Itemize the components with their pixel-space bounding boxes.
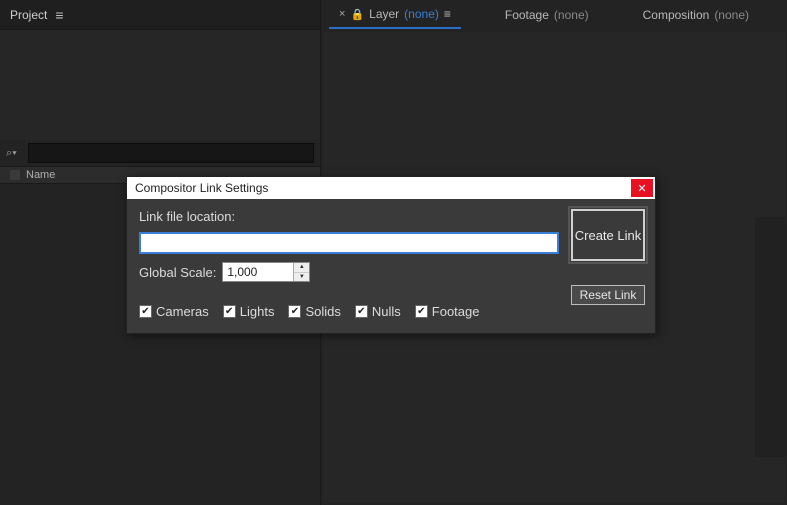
tab-composition[interactable]: Composition (none) [633, 1, 759, 29]
tab-state: (none) [404, 7, 439, 21]
project-title: Project [10, 8, 47, 22]
button-label: Create Link [575, 228, 641, 243]
right-gutter [755, 217, 785, 457]
tab-label: Layer [369, 7, 399, 21]
close-button[interactable]: ✕ [631, 179, 653, 197]
hamburger-icon[interactable]: ≡ [444, 7, 451, 21]
dialog-title: Compositor Link Settings [135, 181, 268, 195]
link-location-label: Link file location: [139, 209, 559, 224]
search-icon: ⌕▾ [6, 147, 24, 160]
label-column-icon [10, 170, 20, 180]
checkbox-label: Lights [240, 304, 275, 319]
link-location-input[interactable] [139, 232, 559, 254]
search-input[interactable] [28, 143, 314, 163]
close-icon[interactable]: × [339, 8, 345, 20]
reset-link-button[interactable]: Reset Link [571, 285, 645, 305]
name-column-label: Name [26, 169, 55, 181]
viewer-tabs: × 🔒 Layer (none) ≡ Footage (none) Compos… [321, 0, 787, 30]
checkbox-label: Footage [432, 304, 480, 319]
tab-label: Composition [643, 8, 710, 22]
checkmark-icon: ✔ [223, 305, 236, 318]
checkbox-solids[interactable]: ✔ Solids [288, 304, 340, 319]
checkmark-icon: ✔ [139, 305, 152, 318]
stepper-up-icon[interactable]: ▲ [294, 263, 309, 273]
dialog-titlebar[interactable]: Compositor Link Settings ✕ [127, 177, 655, 199]
checkbox-label: Nulls [372, 304, 401, 319]
checkbox-row: ✔ Cameras ✔ Lights ✔ Solids ✔ Nulls ✔ [139, 304, 559, 319]
global-scale-label: Global Scale: [139, 265, 216, 280]
checkmark-icon: ✔ [355, 305, 368, 318]
compositor-link-settings-dialog: Compositor Link Settings ✕ Link file loc… [126, 176, 656, 334]
checkmark-icon: ✔ [288, 305, 301, 318]
global-scale-input[interactable] [223, 263, 293, 281]
checkbox-label: Solids [305, 304, 340, 319]
tab-label: Footage [505, 8, 549, 22]
checkbox-footage[interactable]: ✔ Footage [415, 304, 480, 319]
checkmark-icon: ✔ [415, 305, 428, 318]
project-preview-area [0, 30, 320, 140]
tab-layer[interactable]: × 🔒 Layer (none) ≡ [329, 1, 461, 29]
button-label: Reset Link [580, 288, 637, 302]
tab-state: (none) [714, 8, 749, 22]
create-link-button[interactable]: Create Link [571, 209, 645, 261]
tab-footage[interactable]: Footage (none) [495, 1, 599, 29]
hamburger-icon[interactable]: ≡ [55, 7, 63, 23]
tab-state: (none) [554, 8, 589, 22]
project-panel-header: Project ≡ [0, 0, 320, 30]
lock-icon[interactable]: 🔒 [350, 8, 364, 21]
global-scale-stepper[interactable]: ▲ ▼ [222, 262, 310, 282]
checkbox-lights[interactable]: ✔ Lights [223, 304, 275, 319]
search-row: ⌕▾ [0, 140, 320, 166]
stepper-down-icon[interactable]: ▼ [294, 273, 309, 282]
checkbox-nulls[interactable]: ✔ Nulls [355, 304, 401, 319]
checkbox-label: Cameras [156, 304, 209, 319]
checkbox-cameras[interactable]: ✔ Cameras [139, 304, 209, 319]
